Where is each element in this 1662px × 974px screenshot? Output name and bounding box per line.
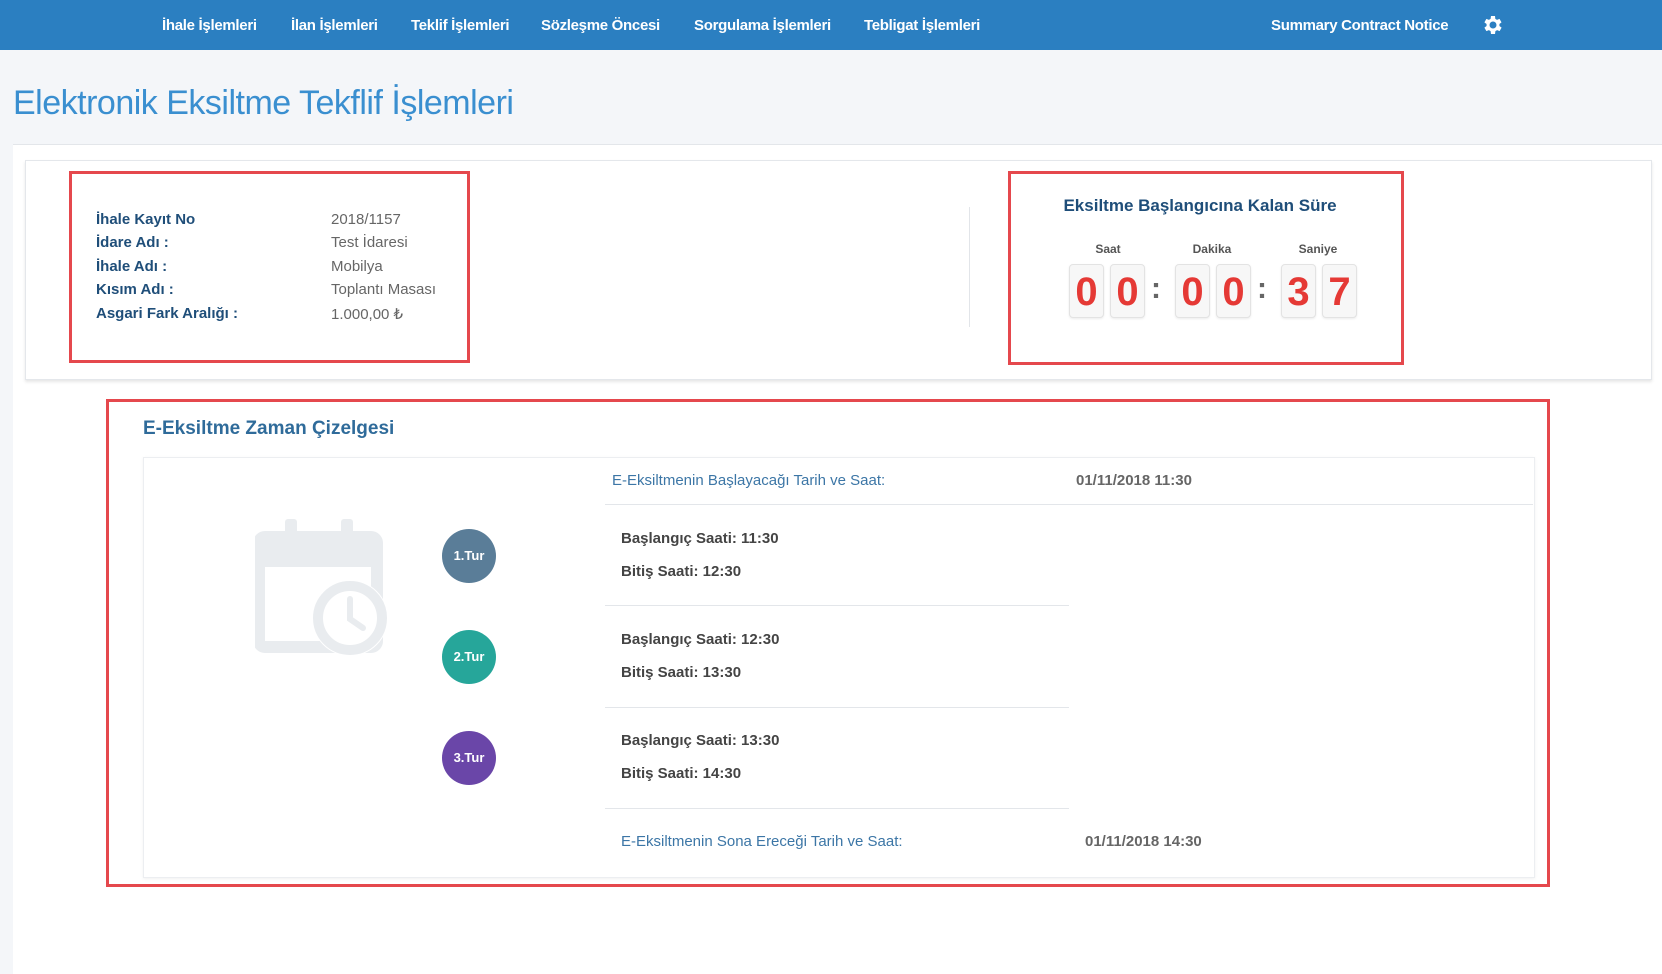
round-2-badge: 2.Tur xyxy=(442,630,496,684)
countdown-title: Eksiltme Başlangıcına Kalan Süre xyxy=(1063,196,1337,215)
countdown-label-dakika: Dakika xyxy=(1192,242,1232,256)
info-value-ihale-adi: Mobilya xyxy=(331,258,383,275)
countdown-separator: : xyxy=(1257,272,1267,305)
nav-ihale-islemleri[interactable]: İhale İşlemleri xyxy=(162,17,257,34)
countdown-digit: 0 xyxy=(1069,264,1104,318)
calendar-clock-icon xyxy=(255,519,388,656)
nav-summary-contract-notice[interactable]: Summary Contract Notice xyxy=(1271,17,1449,34)
countdown-digit: 3 xyxy=(1281,264,1316,318)
info-label: İhale Adı : xyxy=(96,258,168,275)
info-divider xyxy=(969,207,970,327)
timeline-end-value: 01/11/2018 14:30 xyxy=(1085,833,1202,850)
gear-icon[interactable] xyxy=(1480,13,1504,37)
timeline-start-value: 01/11/2018 11:30 xyxy=(1076,472,1192,489)
nav-sorgulama-islemleri[interactable]: Sorgulama İşlemleri xyxy=(694,17,831,34)
info-row-asgari-fark: Asgari Fark Aralığı : xyxy=(96,305,238,322)
round-3-badge: 3.Tur xyxy=(442,731,496,785)
nav-sozlesme-oncesi[interactable]: Sözleşme Öncesi xyxy=(541,17,660,34)
countdown-label-saat: Saat xyxy=(1095,242,1121,256)
countdown-digit: 7 xyxy=(1322,264,1357,318)
info-value-idare-adi: Test İdaresi xyxy=(331,234,408,251)
round-3-start: Başlangıç Saati: 13:30 xyxy=(621,732,780,749)
info-row-idare-adi: İdare Adı : xyxy=(96,234,169,251)
timeline-divider xyxy=(605,605,1069,606)
page-title: Elektronik Eksiltme Tekflif İşlemleri xyxy=(13,84,514,122)
nav-tebligat-islemleri[interactable]: Tebligat İşlemleri xyxy=(864,17,980,34)
timeline-divider xyxy=(605,808,1069,809)
info-label: Kısım Adı : xyxy=(96,281,174,298)
timeline-end-label: E-Eksiltmenin Sona Ereceği Tarih ve Saat… xyxy=(621,833,903,850)
countdown-digit: 0 xyxy=(1175,264,1210,318)
nav-ilan-islemleri[interactable]: İlan İşlemleri xyxy=(291,17,378,34)
countdown-digit: 0 xyxy=(1216,264,1251,318)
nav-teklif-islemleri[interactable]: Teklif İşlemleri xyxy=(411,17,510,34)
round-1-end: Bitiş Saati: 12:30 xyxy=(621,563,742,580)
timeline-divider xyxy=(605,707,1069,708)
info-row-kisim-adi: Kısım Adı : xyxy=(96,281,174,298)
info-label: İdare Adı : xyxy=(96,234,169,251)
countdown-separator: : xyxy=(1151,272,1161,305)
info-label: Asgari Fark Aralığı : xyxy=(96,305,238,322)
info-value-kisim-adi: Toplantı Masası xyxy=(331,281,437,298)
info-label: İhale Kayıt No xyxy=(96,211,196,228)
round-3-end: Bitiş Saati: 14:30 xyxy=(621,765,742,782)
countdown-digit: 0 xyxy=(1110,264,1145,318)
info-row-ihale-adi: İhale Adı : xyxy=(96,258,167,275)
round-2-start: Başlangıç Saati: 12:30 xyxy=(621,631,780,648)
timeline-start-label: E-Eksiltmenin Başlayacağı Tarih ve Saat: xyxy=(612,472,886,489)
countdown-label-saniye: Saniye xyxy=(1298,242,1338,256)
round-1-badge: 1.Tur xyxy=(442,529,496,583)
info-row-kayit-no: İhale Kayıt No xyxy=(96,211,195,228)
info-value-kayit-no: 2018/1157 xyxy=(331,211,401,228)
timeline-divider xyxy=(605,504,1533,505)
round-1-start: Başlangıç Saati: 11:30 xyxy=(621,530,779,547)
top-navbar: İhale İşlemleri İlan İşlemleri Teklif İş… xyxy=(0,0,1662,50)
round-2-end: Bitiş Saati: 13:30 xyxy=(621,664,742,681)
info-value-asgari-fark: 1.000,00 ₺ xyxy=(331,306,404,323)
timeline-title: E-Eksiltme Zaman Çizelgesi xyxy=(143,418,395,439)
